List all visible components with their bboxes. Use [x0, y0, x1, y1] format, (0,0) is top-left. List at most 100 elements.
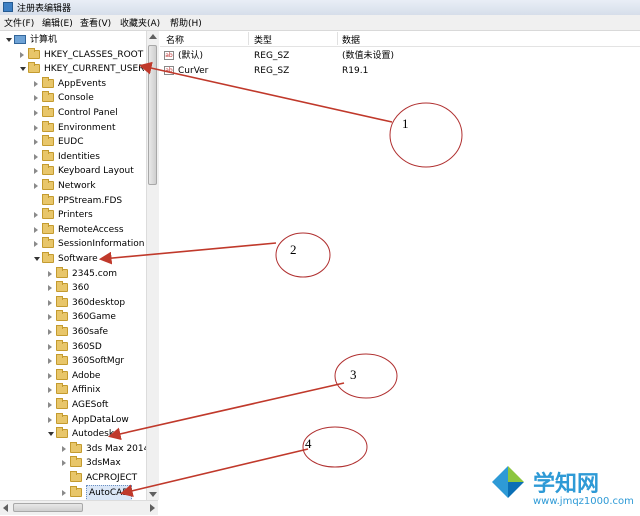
menu-help[interactable]: 帮助(H): [170, 16, 202, 29]
tree-node-label: PPStream.FDS: [58, 195, 123, 206]
tree-node[interactable]: EUDC: [0, 135, 146, 149]
tree-vertical-scrollbar[interactable]: [146, 31, 159, 500]
tree-node-label: 360SoftMgr: [72, 356, 125, 367]
collapsed-arrow-icon[interactable]: [34, 124, 38, 131]
column-divider[interactable]: [337, 32, 338, 45]
tree-node[interactable]: 计算机: [0, 33, 146, 47]
value-row[interactable]: ab (默认) REG_SZ (数值未设置): [160, 49, 640, 63]
tree-node[interactable]: HKEY_CURRENT_USER: [0, 62, 146, 76]
tree-node[interactable]: AGESoft: [0, 398, 146, 412]
collapsed-arrow-icon[interactable]: [34, 241, 38, 248]
tree-node-label: HKEY_CLASSES_ROOT: [44, 49, 144, 60]
collapsed-arrow-icon[interactable]: [48, 387, 52, 394]
window-title: 注册表编辑器: [17, 4, 72, 14]
value-data: R19.1: [342, 66, 369, 76]
tree-node[interactable]: AppEvents: [0, 76, 146, 91]
tree-node[interactable]: 360SoftMgr: [0, 354, 146, 368]
tree-node[interactable]: 3ds Max 2014: [0, 441, 148, 456]
values-list: 名称 类型 数据 ab (默认) REG_SZ (数值未设置) ab CurVe…: [160, 31, 640, 516]
menu-edit[interactable]: 编辑(E): [42, 16, 73, 29]
expanded-arrow-icon[interactable]: [6, 38, 12, 42]
expanded-arrow-icon[interactable]: [20, 67, 26, 72]
tree-node[interactable]: SessionInformation: [0, 237, 146, 251]
tree-node[interactable]: HKEY_CLASSES_ROOT: [0, 47, 146, 62]
tree-node[interactable]: Control Panel: [0, 106, 146, 120]
tree-node-label: EUDC: [58, 137, 84, 148]
collapsed-arrow-icon[interactable]: [20, 51, 24, 58]
collapsed-arrow-icon[interactable]: [34, 153, 38, 160]
collapsed-arrow-icon[interactable]: [34, 95, 38, 102]
tree-node[interactable]: 2345.com: [0, 266, 146, 281]
folder-icon: [42, 76, 54, 88]
collapsed-arrow-icon[interactable]: [48, 372, 52, 379]
collapsed-arrow-icon[interactable]: [34, 139, 38, 146]
collapsed-arrow-icon[interactable]: [62, 489, 66, 496]
collapsed-arrow-icon[interactable]: [34, 110, 38, 116]
menu-view[interactable]: 查看(V): [80, 16, 111, 29]
collapsed-arrow-icon[interactable]: [48, 329, 52, 335]
tree-node[interactable]: Keyboard Layout: [0, 164, 146, 178]
collapsed-arrow-icon[interactable]: [34, 226, 38, 233]
tree-node[interactable]: 360: [0, 281, 146, 295]
tree-node[interactable]: 3dsMax: [0, 456, 146, 470]
tree-node[interactable]: Software: [0, 252, 146, 266]
scroll-thumb[interactable]: [148, 45, 157, 185]
tree-horizontal-scrollbar[interactable]: [0, 500, 158, 515]
collapsed-arrow-icon[interactable]: [48, 343, 52, 350]
collapsed-arrow-icon[interactable]: [48, 402, 52, 408]
folder-icon: [42, 91, 54, 103]
hscroll-thumb[interactable]: [13, 503, 83, 512]
tree-node[interactable]: Environment: [0, 120, 146, 135]
collapsed-arrow-icon[interactable]: [62, 460, 66, 467]
folder-icon: [56, 383, 68, 395]
string-value-icon: ab: [164, 51, 174, 60]
folder-icon: [42, 179, 54, 190]
collapsed-arrow-icon[interactable]: [34, 80, 38, 87]
scroll-up-icon[interactable]: [149, 34, 157, 39]
folder-icon: [56, 368, 68, 380]
tree-node[interactable]: Console: [0, 91, 146, 105]
tree-node[interactable]: Affinix: [0, 383, 146, 397]
tree-node[interactable]: Autodesk: [0, 427, 146, 441]
menu-file[interactable]: 文件(F): [4, 16, 34, 29]
expanded-arrow-icon[interactable]: [48, 432, 54, 437]
tree-node[interactable]: Identities: [0, 149, 146, 164]
collapsed-arrow-icon[interactable]: [48, 299, 52, 306]
collapsed-arrow-icon[interactable]: [34, 212, 38, 219]
collapsed-arrow-icon[interactable]: [34, 168, 38, 175]
column-type[interactable]: 类型: [254, 33, 272, 46]
scroll-right-icon[interactable]: [150, 504, 155, 512]
collapsed-arrow-icon[interactable]: [34, 183, 38, 189]
expanded-arrow-icon[interactable]: [34, 257, 40, 261]
tree-node[interactable]: 360safe: [0, 325, 146, 339]
value-row[interactable]: ab CurVer REG_SZ R19.1: [160, 64, 640, 78]
collapsed-arrow-icon[interactable]: [48, 416, 52, 423]
column-name[interactable]: 名称: [166, 33, 184, 46]
tree-node-label: 计算机: [30, 35, 58, 45]
tree-node[interactable]: 360desktop: [0, 295, 146, 310]
tree-node[interactable]: ACPROJECT: [0, 471, 146, 485]
collapsed-arrow-icon[interactable]: [48, 358, 52, 365]
tree-node[interactable]: Printers: [0, 208, 146, 222]
column-data[interactable]: 数据: [342, 33, 360, 46]
tree-node[interactable]: Adobe: [0, 368, 146, 383]
regedit-icon: [3, 2, 13, 12]
collapsed-arrow-icon[interactable]: [48, 314, 52, 321]
tree-node[interactable]: Network: [0, 179, 146, 193]
watermark-url: www.jmqz1000.com: [533, 496, 634, 507]
tree-node[interactable]: PPStream.FDS: [0, 193, 146, 208]
tree-node[interactable]: AutoCAD: [0, 484, 146, 500]
tree-node[interactable]: RemoteAccess: [0, 222, 146, 237]
tree-node[interactable]: 360Game: [0, 310, 146, 324]
collapsed-arrow-icon[interactable]: [62, 445, 66, 452]
collapsed-arrow-icon[interactable]: [48, 270, 52, 277]
scroll-down-icon[interactable]: [149, 492, 157, 497]
folder-icon: [56, 281, 68, 293]
tree-node[interactable]: 360SD: [0, 339, 146, 354]
column-divider[interactable]: [248, 32, 249, 45]
tree-node[interactable]: AppDataLow: [0, 412, 146, 427]
collapsed-arrow-icon[interactable]: [48, 285, 52, 292]
tree-node-label: Software: [58, 254, 98, 264]
scroll-left-icon[interactable]: [3, 504, 8, 512]
menu-favorites[interactable]: 收藏夹(A): [120, 16, 160, 29]
